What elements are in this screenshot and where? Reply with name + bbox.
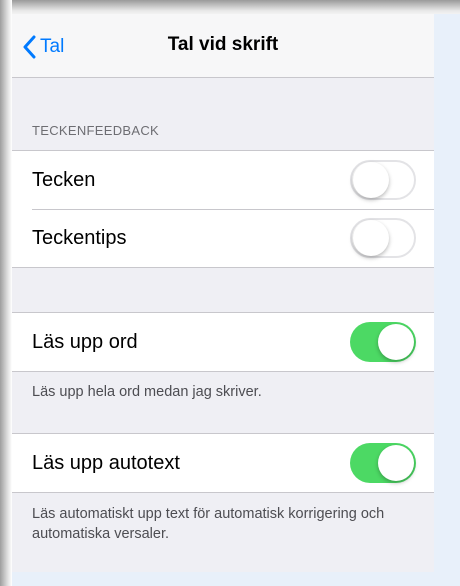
row-las-upp-autotext[interactable]: Läs upp autotext <box>12 434 434 492</box>
navigation-bar: Tal Tal vid skrift <box>12 14 434 78</box>
footer-las-upp-ord: Läs upp hela ord medan jag skriver. <box>32 384 262 400</box>
row-teckentips[interactable]: Teckentips <box>12 209 434 267</box>
toggle-tecken[interactable] <box>350 160 416 200</box>
page-background-right <box>434 14 460 586</box>
row-tecken[interactable]: Tecken <box>12 151 434 209</box>
row-label-teckentips: Teckentips <box>32 226 127 249</box>
group-las-upp-ord: Läs upp ord <box>12 312 434 372</box>
frame-shadow-left <box>0 0 12 586</box>
toggle-knob <box>378 445 414 481</box>
group-teckenfeedback: Tecken Teckentips <box>12 150 434 268</box>
toggle-knob <box>353 220 389 256</box>
toggle-las-upp-autotext[interactable] <box>350 443 416 483</box>
row-label-tecken: Tecken <box>32 168 96 191</box>
footer-las-upp-autotext: Läs automatiskt upp text för automatisk … <box>32 506 385 542</box>
row-las-upp-ord[interactable]: Läs upp ord <box>12 313 434 371</box>
toggle-teckentips[interactable] <box>350 218 416 258</box>
toggle-knob <box>353 162 389 198</box>
screenshot-frame: Tal Tal vid skrift TECKENFEEDBACK Tecken… <box>0 0 460 586</box>
page-title: Tal vid skrift <box>167 34 279 55</box>
row-label-las-upp-autotext: Läs upp autotext <box>32 451 180 474</box>
row-label-las-upp-ord: Läs upp ord <box>32 330 138 353</box>
group-las-upp-autotext: Läs upp autotext <box>12 433 434 493</box>
settings-screen: Tal Tal vid skrift TECKENFEEDBACK Tecken… <box>12 14 434 572</box>
page-background-bottom <box>12 572 460 586</box>
toggle-knob <box>378 324 414 360</box>
toggle-las-upp-ord[interactable] <box>350 322 416 362</box>
section-header-teckenfeedback: TECKENFEEDBACK <box>32 123 160 138</box>
